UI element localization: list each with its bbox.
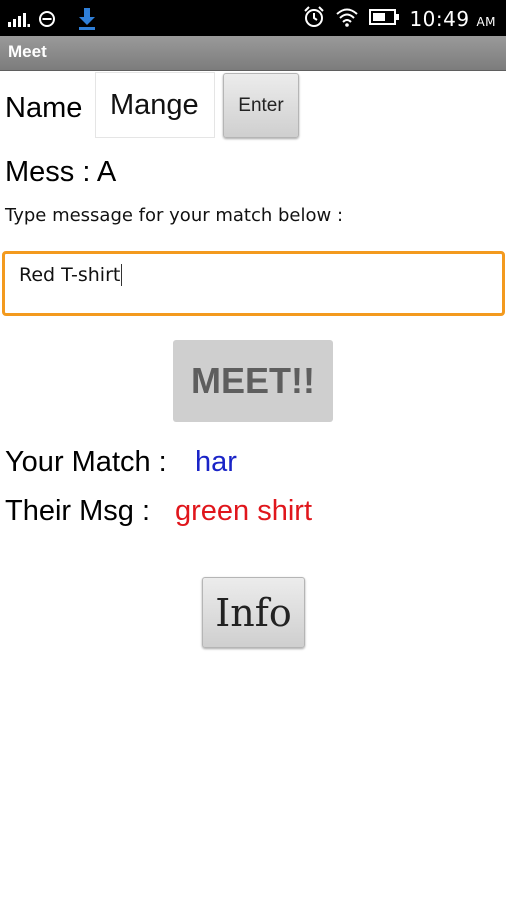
app-title-bar: Meet (0, 36, 506, 71)
alarm-icon (303, 6, 325, 32)
your-match-value: har (195, 446, 237, 478)
message-input[interactable]: Red T-shirt (2, 251, 505, 316)
wifi-icon (335, 7, 359, 31)
app-title: Meet (8, 42, 47, 61)
name-input[interactable]: Mange (95, 72, 215, 138)
name-label: Name (5, 92, 83, 124)
clock: 10:49 AM (409, 7, 496, 31)
download-icon (78, 8, 96, 34)
battery-icon (369, 9, 400, 29)
their-msg-label: Their Msg : (5, 495, 151, 527)
signal-icon (8, 11, 30, 31)
status-bar: 10:49 AM (0, 0, 506, 36)
info-button[interactable]: Info (202, 577, 305, 648)
meet-button[interactable]: MEET!! (173, 340, 333, 422)
mess-label: Mess : A (5, 156, 117, 188)
message-prompt: Type message for your match below : (5, 205, 344, 226)
do-not-disturb-icon (38, 10, 56, 32)
their-msg-value: green shirt (175, 495, 313, 527)
your-match-label: Your Match : (5, 446, 167, 478)
enter-button[interactable]: Enter (223, 73, 299, 138)
